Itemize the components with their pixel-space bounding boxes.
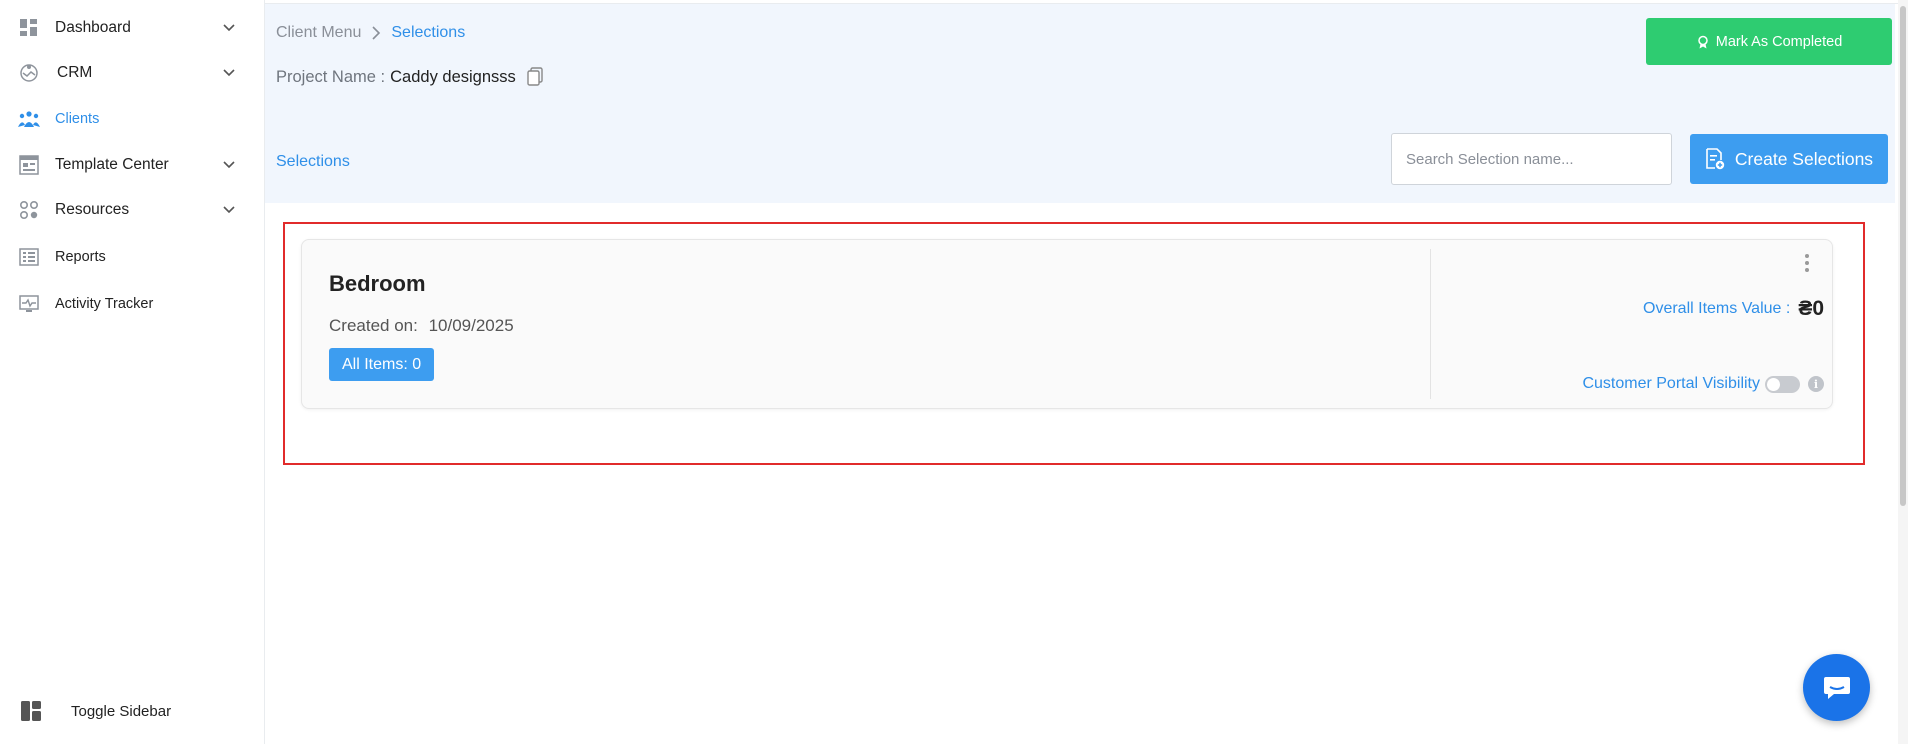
create-selections-button[interactable]: Create Selections xyxy=(1690,134,1888,184)
created-on-date: 10/09/2025 xyxy=(428,316,514,335)
all-items-badge[interactable]: All Items: 0 xyxy=(329,348,435,381)
breadcrumb-current: Selections xyxy=(391,24,466,41)
resources-icon xyxy=(18,199,40,221)
project-name-label: Project Name : xyxy=(276,67,386,86)
sidebar: Dashboard CRM Clients Template Center Re… xyxy=(0,0,265,744)
sidebar-item-label: Dashboard xyxy=(55,19,131,36)
selection-title: Bedroom xyxy=(329,271,426,296)
sidebar-item-reports[interactable]: Reports xyxy=(0,237,265,277)
chevron-down-icon[interactable] xyxy=(220,156,238,174)
visibility-toggle[interactable] xyxy=(1765,375,1800,393)
copy-icon[interactable] xyxy=(526,67,544,87)
selections-tab[interactable]: Selections xyxy=(276,153,350,171)
chevron-right-icon xyxy=(372,26,381,40)
sidebar-item-dashboard[interactable]: Dashboard xyxy=(0,8,265,48)
chevron-down-icon[interactable] xyxy=(220,201,238,219)
chat-button[interactable] xyxy=(1803,654,1870,721)
created-on-label: Created on: xyxy=(329,316,418,335)
sidebar-item-template-center[interactable]: Template Center xyxy=(0,145,265,185)
app-root: Dashboard CRM Clients Template Center Re… xyxy=(0,0,1908,744)
project-name-value: Caddy designsss xyxy=(390,67,516,86)
sidebar-item-crm[interactable]: CRM xyxy=(0,53,265,93)
toggle-sidebar-label: Toggle Sidebar xyxy=(71,702,172,720)
sidebar-item-label: Resources xyxy=(55,201,130,218)
breadcrumb-client-menu[interactable]: Client Menu xyxy=(276,24,361,42)
sidebar-item-resources[interactable]: Resources xyxy=(0,190,265,230)
reports-icon xyxy=(18,246,40,268)
handshake-icon xyxy=(18,62,40,84)
overall-items-amount: ₴0 xyxy=(1798,297,1824,320)
sidebar-item-clients[interactable]: Clients xyxy=(0,99,265,139)
activity-icon xyxy=(18,293,40,315)
project-name: Project Name : Caddy designsss xyxy=(276,67,544,87)
customer-portal-visibility: Customer Portal Visibility i xyxy=(1582,375,1824,393)
created-on: Created on: 10/09/2025 xyxy=(329,316,514,336)
mark-as-completed-label: Mark As Completed xyxy=(1715,33,1843,50)
sidebar-item-label: CRM xyxy=(57,64,93,81)
document-add-icon xyxy=(1706,148,1725,170)
overall-items-label: Overall Items Value : xyxy=(1643,300,1791,317)
more-options-icon[interactable] xyxy=(1802,252,1812,274)
chat-icon xyxy=(1823,676,1850,699)
page-scrollbar[interactable] xyxy=(1898,0,1908,744)
info-icon[interactable]: i xyxy=(1808,376,1824,392)
toggle-sidebar-button[interactable]: Toggle Sidebar xyxy=(0,691,265,731)
sidebar-item-label: Clients xyxy=(55,111,100,127)
scrollbar-thumb[interactable] xyxy=(1900,6,1906,506)
chevron-down-icon[interactable] xyxy=(220,19,238,37)
sidebar-item-label: Template Center xyxy=(55,156,169,173)
toggle-knob xyxy=(1767,377,1780,391)
create-selections-label: Create Selections xyxy=(1734,148,1874,169)
clients-icon xyxy=(18,108,40,130)
visibility-label: Customer Portal Visibility xyxy=(1582,375,1760,392)
award-icon xyxy=(1697,35,1708,48)
mark-as-completed-button[interactable]: Mark As Completed xyxy=(1646,18,1892,65)
sidebar-layout-icon xyxy=(20,700,42,722)
sidebar-item-label: Reports xyxy=(55,249,106,265)
selection-card[interactable]: Bedroom Created on: 10/09/2025 All Items… xyxy=(301,239,1833,409)
overall-items-value: Overall Items Value : ₴0 xyxy=(1643,297,1824,321)
sidebar-item-label: Activity Tracker xyxy=(55,296,154,312)
card-divider xyxy=(1430,249,1431,399)
dashboard-icon xyxy=(18,17,40,39)
chevron-down-icon[interactable] xyxy=(220,64,238,82)
search-selection-input[interactable] xyxy=(1391,133,1672,185)
sidebar-item-activity-tracker[interactable]: Activity Tracker xyxy=(0,284,265,324)
breadcrumb: Client Menu Selections xyxy=(276,24,465,42)
template-icon xyxy=(18,154,40,176)
